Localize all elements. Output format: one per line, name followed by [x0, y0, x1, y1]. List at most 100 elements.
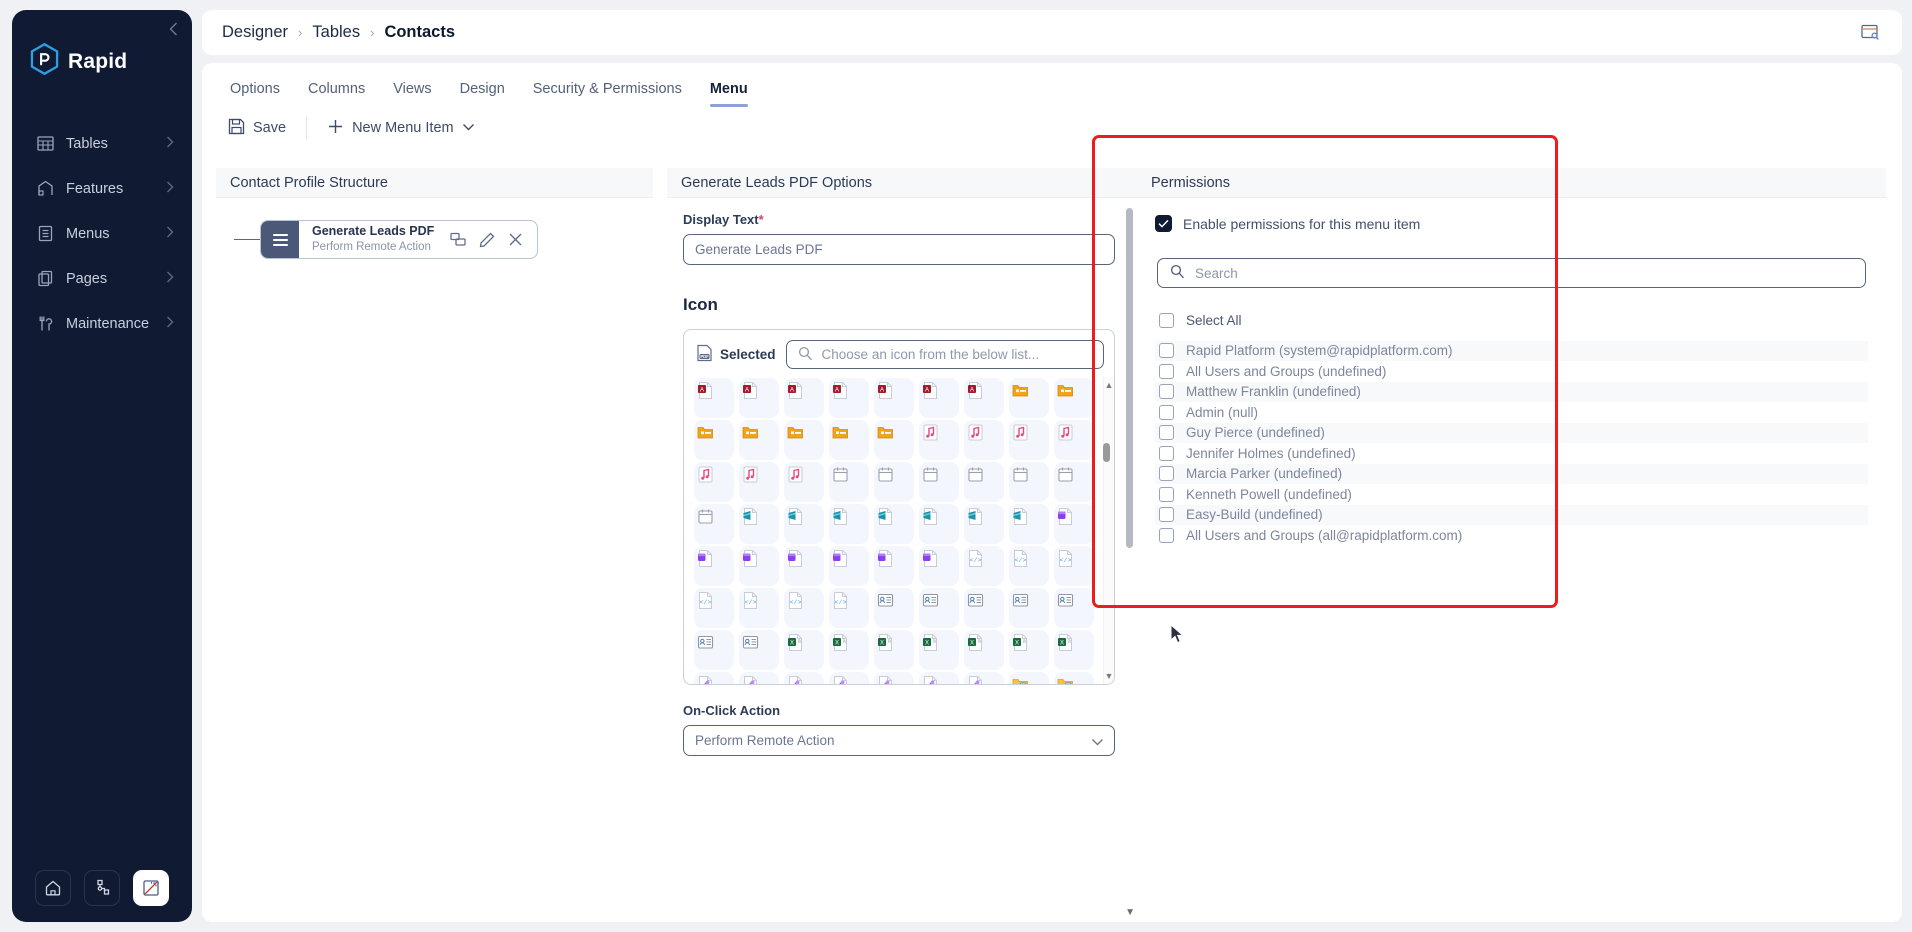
icon-cell-doc-code[interactable]: </>: [964, 546, 1004, 586]
tab-views[interactable]: Views: [379, 75, 445, 107]
permission-checkbox[interactable]: [1159, 507, 1174, 523]
icon-cell-doc-excel[interactable]: Xa: [1009, 630, 1049, 670]
sidebar-collapse-chevron-left-icon[interactable]: [164, 20, 182, 38]
icon-cell-calendar-gray[interactable]: [1054, 462, 1094, 502]
icon-cell-music-pink[interactable]: [694, 462, 734, 502]
icon-cell-doc-purple[interactable]: [1054, 504, 1094, 544]
icon-cell-folder-screen[interactable]: [1009, 672, 1049, 684]
permission-row[interactable]: All Users and Groups (all@rapidplatform.…: [1155, 525, 1868, 546]
drag-handle-icon[interactable]: [261, 221, 299, 258]
permission-row[interactable]: Rapid Platform (system@rapidplatform.com…: [1155, 340, 1868, 361]
sidebar-item-menus[interactable]: Menus: [18, 218, 186, 249]
icon-cell-calendar-gray[interactable]: [874, 462, 914, 502]
icon-cell-doc-teal[interactable]: [964, 504, 1004, 544]
permission-row[interactable]: All Users and Groups (undefined): [1155, 361, 1868, 382]
home-icon[interactable]: [35, 870, 71, 906]
permission-row[interactable]: Jennifer Holmes (undefined): [1155, 443, 1868, 464]
icon-cell-doc-contact[interactable]: [694, 630, 734, 670]
icon-cell-doc-a-red[interactable]: A: [784, 378, 824, 418]
icon-cell-doc-contact[interactable]: [739, 630, 779, 670]
icon-cell-folder-yellow[interactable]: [694, 420, 734, 460]
designer-ruler-icon[interactable]: [133, 870, 169, 906]
icon-grid-scrollbar[interactable]: ▲ ▼: [1103, 377, 1114, 684]
permission-checkbox[interactable]: [1159, 363, 1174, 379]
icon-cell-doc-excel[interactable]: Xa: [829, 630, 869, 670]
icon-cell-doc-magic[interactable]: [784, 672, 824, 684]
permission-checkbox[interactable]: [1159, 527, 1174, 543]
caret-up-icon[interactable]: ▲: [1105, 380, 1114, 390]
new-menu-item-button[interactable]: New Menu Item: [315, 112, 487, 145]
on-click-action-select[interactable]: [683, 725, 1115, 756]
permission-checkbox[interactable]: [1159, 425, 1174, 441]
permission-row[interactable]: Marcia Parker (undefined): [1155, 463, 1868, 484]
breadcrumb-item-contacts[interactable]: Contacts: [384, 23, 455, 42]
icon-cell-doc-teal[interactable]: [784, 504, 824, 544]
close-x-icon[interactable]: [508, 232, 523, 247]
icon-cell-doc-magic[interactable]: [874, 672, 914, 684]
permission-row[interactable]: Easy-Build (undefined): [1155, 504, 1868, 525]
icon-cell-folder-yellow[interactable]: [874, 420, 914, 460]
icon-cell-doc-code[interactable]: </>: [1054, 546, 1094, 586]
icon-cell-doc-teal[interactable]: [739, 504, 779, 544]
menu-item-card[interactable]: Generate Leads PDF Perform Remote Action: [260, 220, 539, 259]
duplicate-icon[interactable]: [450, 232, 466, 247]
icon-cell-doc-magic[interactable]: [919, 672, 959, 684]
icon-cell-doc-teal[interactable]: [874, 504, 914, 544]
icon-cell-doc-excel[interactable]: Xa: [919, 630, 959, 670]
icon-cell-doc-contact[interactable]: [1054, 588, 1094, 628]
icon-cell-doc-excel[interactable]: Xa: [964, 630, 1004, 670]
window-preview-icon[interactable]: [1858, 21, 1882, 45]
permission-checkbox[interactable]: [1159, 384, 1174, 400]
select-all-row[interactable]: Select All: [1155, 310, 1868, 331]
icon-cell-calendar-gray[interactable]: [829, 462, 869, 502]
display-text-input[interactable]: [683, 234, 1115, 265]
sidebar-item-features[interactable]: Features: [18, 173, 186, 204]
permission-row[interactable]: Guy Pierce (undefined): [1155, 422, 1868, 443]
icon-cell-music-pink[interactable]: [1054, 420, 1094, 460]
tab-menu[interactable]: Menu: [696, 75, 762, 107]
permission-row[interactable]: Admin (null): [1155, 402, 1868, 423]
permissions-search-input[interactable]: Search: [1157, 258, 1866, 288]
permission-checkbox[interactable]: [1159, 404, 1174, 420]
breadcrumb-item-tables[interactable]: Tables: [312, 23, 360, 42]
icon-cell-doc-a-red[interactable]: A: [694, 378, 734, 418]
icon-cell-doc-a-red[interactable]: A: [919, 378, 959, 418]
icon-cell-doc-excel[interactable]: Xa: [874, 630, 914, 670]
select-all-checkbox[interactable]: [1159, 312, 1174, 328]
icon-cell-doc-contact[interactable]: [964, 588, 1004, 628]
breadcrumb-item-designer[interactable]: Designer: [222, 23, 288, 42]
icon-cell-music-pink[interactable]: [784, 462, 824, 502]
permission-checkbox[interactable]: [1159, 486, 1174, 502]
permission-checkbox[interactable]: [1159, 343, 1174, 359]
sidebar-item-pages[interactable]: Pages: [18, 263, 186, 294]
icon-cell-doc-teal[interactable]: [919, 504, 959, 544]
icon-cell-doc-teal[interactable]: [829, 504, 869, 544]
icon-cell-doc-code[interactable]: </>: [694, 588, 734, 628]
sitemap-icon[interactable]: [84, 870, 120, 906]
options-panel-scroll-thumb[interactable]: [1126, 208, 1133, 548]
permission-row[interactable]: Matthew Franklin (undefined): [1155, 381, 1868, 402]
icon-cell-doc-magic[interactable]: [964, 672, 1004, 684]
edit-pencil-icon[interactable]: [479, 232, 495, 248]
icon-cell-music-pink[interactable]: [964, 420, 1004, 460]
icon-cell-doc-magic[interactable]: [739, 672, 779, 684]
tab-design[interactable]: Design: [446, 75, 519, 107]
icon-cell-calendar-gray[interactable]: [919, 462, 959, 502]
icon-cell-doc-purple[interactable]: [874, 546, 914, 586]
tab-options[interactable]: Options: [216, 75, 294, 107]
icon-cell-calendar-gray[interactable]: [964, 462, 1004, 502]
icon-cell-doc-a-red[interactable]: A: [874, 378, 914, 418]
chevron-down-icon[interactable]: [1091, 734, 1104, 752]
icon-cell-doc-a-red[interactable]: A: [829, 378, 869, 418]
icon-cell-doc-excel[interactable]: Xa: [784, 630, 824, 670]
icon-cell-folder-yellow[interactable]: [1054, 378, 1094, 418]
icon-cell-doc-a-red[interactable]: A: [739, 378, 779, 418]
icon-cell-doc-code[interactable]: </>: [1009, 546, 1049, 586]
options-scroll-down-caret-icon[interactable]: ▼: [1125, 907, 1135, 918]
icon-cell-doc-purple[interactable]: [694, 546, 734, 586]
sidebar-item-maintenance[interactable]: Maintenance: [18, 308, 186, 339]
icon-cell-music-pink[interactable]: [739, 462, 779, 502]
icon-cell-doc-code[interactable]: </>: [784, 588, 824, 628]
icon-cell-doc-contact[interactable]: [874, 588, 914, 628]
icon-cell-doc-purple[interactable]: [829, 546, 869, 586]
